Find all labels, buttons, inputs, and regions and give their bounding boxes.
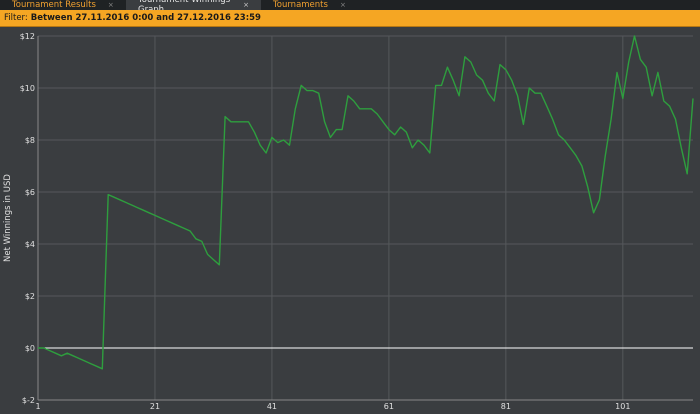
tab-label: Tournaments: [273, 0, 328, 10]
tab-tournaments[interactable]: Tournaments ×: [261, 0, 353, 10]
y-tick-label: $6: [25, 188, 35, 197]
x-tick-label: 81: [501, 402, 511, 410]
x-tick-label: 41: [267, 402, 277, 410]
y-tick-label: $12: [20, 32, 35, 41]
tab-tournament-winnings-graph[interactable]: Tournament Winnings Graph ×: [126, 0, 261, 15]
x-tick-label: 1: [35, 402, 40, 410]
y-tick-label: $0: [25, 344, 35, 353]
tab-tournament-results[interactable]: Tournament Results ×: [0, 0, 126, 10]
x-tick-label: 101: [615, 402, 630, 410]
plot-background: [38, 36, 693, 400]
filter-bar[interactable]: Filter: Between 27.11.2016 0:00 and 27.1…: [0, 10, 700, 27]
chart-area: $-2 $0 $2 $4 $6 $8 $10 $12 1 21 41 61 81 101 Net Winni…: [0, 28, 700, 411]
y-tick-label: $-2: [22, 396, 35, 405]
y-tick-label: $8: [25, 136, 35, 145]
tab-label: Tournament Results: [12, 0, 96, 10]
tab-bar: Tournament Results × Tournament Winnings…: [0, 0, 700, 15]
filter-value: Between 27.11.2016 0:00 and 27.12.2016 2…: [30, 13, 261, 23]
close-icon[interactable]: ×: [243, 0, 249, 10]
y-tick-label: $4: [25, 240, 35, 249]
y-tick-label: $2: [25, 292, 35, 301]
x-tick-label: 21: [150, 402, 160, 410]
close-icon[interactable]: ×: [340, 0, 346, 10]
close-icon[interactable]: ×: [108, 0, 114, 10]
y-axis-title: Net Winnings in USD: [3, 174, 13, 262]
y-tick-label: $10: [20, 84, 35, 93]
winnings-line-chart: $-2 $0 $2 $4 $6 $8 $10 $12 1 21 41 61 81 101 Net Winni…: [3, 32, 694, 411]
filter-label: Filter:: [4, 13, 28, 23]
x-tick-label: 61: [384, 402, 394, 410]
